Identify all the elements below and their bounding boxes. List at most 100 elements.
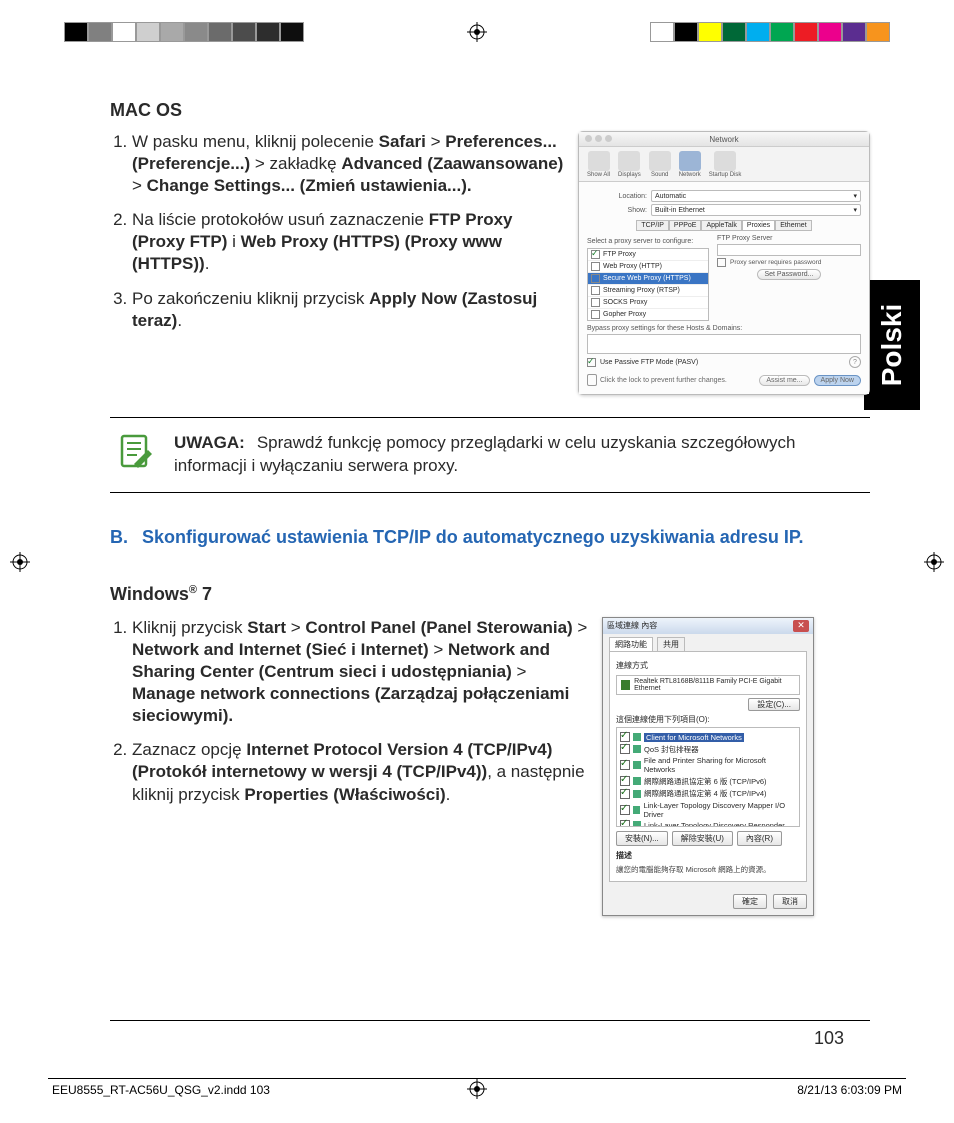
mac-bypass-field[interactable] <box>587 334 861 354</box>
mac-tab[interactable]: PPPoE <box>669 220 702 231</box>
color-bar-right <box>650 22 890 40</box>
win-items-list[interactable]: Client for Microsoft NetworksQoS 封包排程器Fi… <box>616 727 800 827</box>
note-box: UWAGA:Sprawdź funkcję pomocy przeglądark… <box>110 417 870 493</box>
win-uninstall-button[interactable]: 解除安裝(U) <box>672 831 733 846</box>
registration-mark-right <box>924 552 944 572</box>
component-icon <box>633 790 641 798</box>
win-steps-list: Kliknij przycisk Start > Control Panel (… <box>110 617 590 806</box>
heading-windows-7: Windows® 7 <box>110 584 870 605</box>
mac-steps-list: W pasku menu, kliknij polecenie Safari >… <box>110 131 566 332</box>
toolbar-icon[interactable] <box>714 151 736 171</box>
step-item: Zaznacz opcję Internet Protocol Version … <box>132 739 590 805</box>
note-lead: UWAGA: <box>174 433 245 452</box>
win-title-text: 區域連線 內容 <box>607 620 657 631</box>
win-install-button[interactable]: 安裝(N)... <box>616 831 668 846</box>
win-item-checkbox[interactable] <box>620 732 630 742</box>
proxy-checkbox[interactable] <box>591 298 600 307</box>
component-icon <box>633 806 640 814</box>
win-items-label: 這個連線使用下列項目(O): <box>616 714 800 725</box>
section-b-title: Skonfigurować ustawienia TCP/IP do autom… <box>142 527 804 548</box>
win-item-checkbox[interactable] <box>620 760 630 770</box>
mac-tab[interactable]: AppleTalk <box>701 220 741 231</box>
mac-lock-text: Click the lock to prevent further change… <box>600 377 727 384</box>
footer-divider <box>48 1078 906 1079</box>
win-desc-text: 讓您的電腦能夠存取 Microsoft 網路上的資源。 <box>616 864 800 875</box>
mac-tab[interactable]: TCP/IP <box>636 220 669 231</box>
mac-ftp-proxy-label: FTP Proxy Server <box>717 235 861 242</box>
win-tab[interactable]: 網路功能 <box>609 637 653 651</box>
win-cancel-button[interactable]: 取消 <box>773 894 807 909</box>
component-icon <box>633 777 641 785</box>
lock-icon[interactable] <box>587 374 597 386</box>
win-connect-using-label: 連線方式 <box>616 660 800 671</box>
mac-tabs: TCP/IPPPPoEAppleTalkProxiesEthernet <box>587 220 861 231</box>
win-tabs: 網路功能共用 <box>603 634 813 651</box>
win-item-checkbox[interactable] <box>620 805 630 815</box>
win-properties-window: 區域連線 內容 ✕ 網路功能共用 連線方式 Realtek RTL8168B/8… <box>602 617 814 916</box>
proxy-checkbox[interactable] <box>591 262 600 271</box>
registration-mark-left <box>10 552 30 572</box>
mac-passwd-checkbox[interactable] <box>717 258 726 267</box>
step-item: Na liście protokołów usuń zaznaczenie FT… <box>132 209 566 275</box>
component-icon <box>633 733 641 741</box>
win-item-checkbox[interactable] <box>620 820 630 827</box>
mac-set-password-button[interactable]: Set Password... <box>757 269 820 280</box>
step-item: Kliknij przycisk Start > Control Panel (… <box>132 617 590 727</box>
win-item-checkbox[interactable] <box>620 744 630 754</box>
component-icon <box>633 821 641 827</box>
footer-timestamp: 8/21/13 6:03:09 PM <box>797 1083 902 1097</box>
mac-pasv-label: Use Passive FTP Mode (PASV) <box>600 359 698 366</box>
win-desc-label: 描述 <box>616 850 800 861</box>
section-b-heading: B. Skonfigurować ustawienia TCP/IP do au… <box>110 527 870 548</box>
toolbar-icon[interactable] <box>588 151 610 171</box>
mac-proxy-server-field[interactable] <box>717 244 861 256</box>
mac-proxy-subhead: Select a proxy server to configure: <box>587 238 709 245</box>
note-icon <box>116 432 156 472</box>
mac-show-select[interactable]: Built-in Ethernet▾ <box>651 204 861 216</box>
page-number: 103 <box>814 1028 844 1049</box>
help-icon[interactable]: ? <box>849 356 861 368</box>
win-item-checkbox[interactable] <box>620 789 630 799</box>
heading-mac-os: MAC OS <box>110 100 870 121</box>
mac-show-label: Show: <box>587 207 647 214</box>
component-icon <box>633 745 641 753</box>
step-item: Po zakończeniu kliknij przycisk Apply No… <box>132 288 566 332</box>
footer-filename: EEU8555_RT-AC56U_QSG_v2.indd 103 <box>52 1083 270 1097</box>
mac-pasv-checkbox[interactable] <box>587 358 596 367</box>
language-tab-label: Polski <box>876 304 908 386</box>
adapter-icon <box>621 680 630 690</box>
mac-location-label: Location: <box>587 193 647 200</box>
mac-passwd-label: Proxy server requires password <box>730 259 821 266</box>
mac-window-title: Network <box>709 135 738 144</box>
proxy-checkbox[interactable] <box>591 286 600 295</box>
mac-apply-button[interactable]: Apply Now <box>814 375 861 386</box>
close-icon[interactable]: ✕ <box>793 620 809 632</box>
win-item-checkbox[interactable] <box>620 776 630 786</box>
color-bar-left <box>64 22 304 40</box>
mac-assist-button[interactable]: Assist me... <box>759 375 809 386</box>
registration-mark-top <box>467 22 487 42</box>
mac-location-select[interactable]: Automatic▾ <box>651 190 861 202</box>
note-text: UWAGA:Sprawdź funkcję pomocy przeglądark… <box>174 432 864 478</box>
win-adapter-field: Realtek RTL8168B/8111B Family PCI-E Giga… <box>616 675 800 695</box>
proxy-checkbox[interactable] <box>591 250 600 259</box>
toolbar-icon[interactable] <box>618 151 640 171</box>
proxy-checkbox[interactable] <box>591 274 600 283</box>
toolbar-icon[interactable] <box>649 151 671 171</box>
win-ok-button[interactable]: 確定 <box>733 894 767 909</box>
win-properties-button[interactable]: 內容(R) <box>737 831 782 846</box>
mac-toolbar: Show AllDisplaysSoundNetworkStartup Disk <box>579 147 869 182</box>
mac-tab[interactable]: Proxies <box>742 220 775 231</box>
mac-network-window: Network Show AllDisplaysSoundNetworkStar… <box>578 131 870 395</box>
win-config-button[interactable]: 設定(C)... <box>748 698 800 711</box>
component-icon <box>633 761 641 769</box>
note-body: Sprawdź funkcję pomocy przeglądarki w ce… <box>174 433 795 475</box>
win-tab[interactable]: 共用 <box>657 637 685 651</box>
section-b-letter: B. <box>110 527 128 548</box>
mac-bypass-label: Bypass proxy settings for these Hosts & … <box>587 325 861 332</box>
mac-tab[interactable]: Ethernet <box>775 220 811 231</box>
language-tab: Polski <box>864 280 920 410</box>
toolbar-icon[interactable] <box>679 151 701 171</box>
mac-proxy-list[interactable]: FTP ProxyWeb Proxy (HTTP)Secure Web Prox… <box>587 248 709 321</box>
proxy-checkbox[interactable] <box>591 310 600 319</box>
